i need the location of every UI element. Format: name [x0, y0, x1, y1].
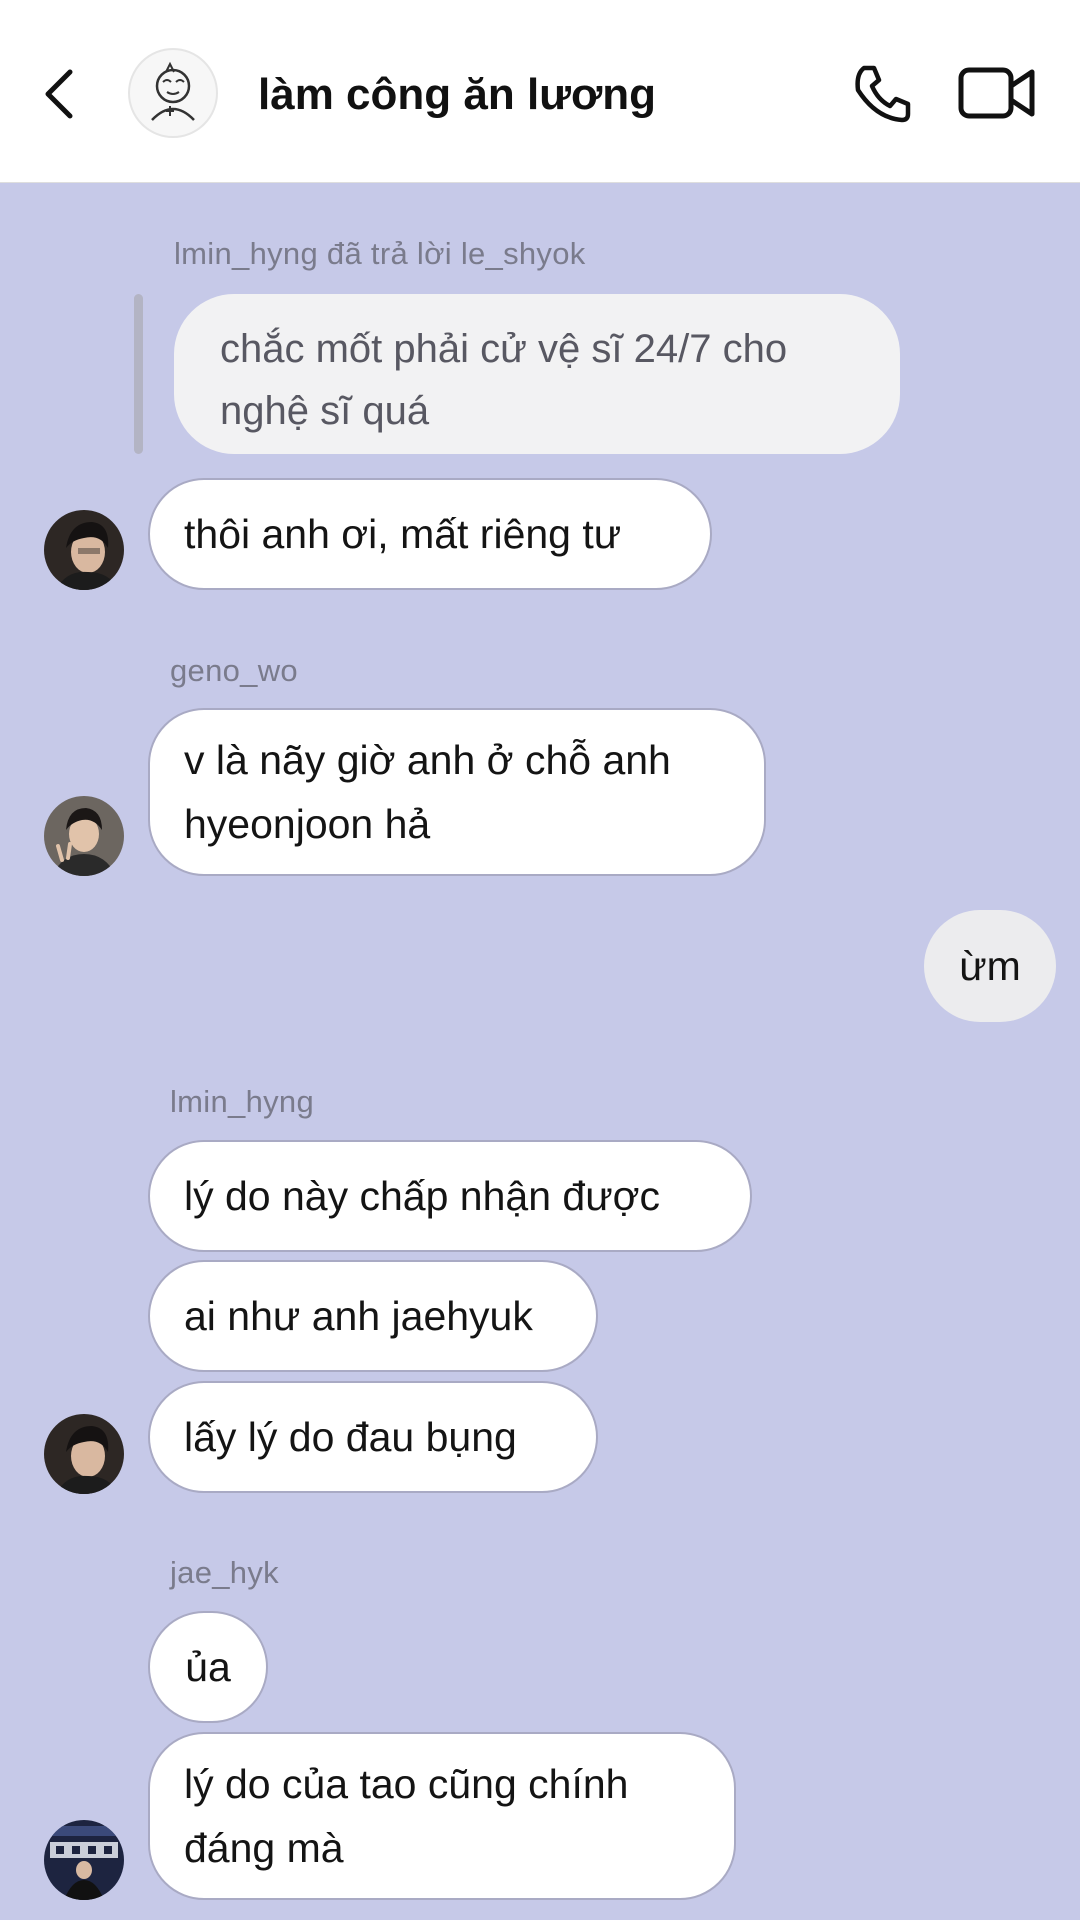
message-bubble[interactable]: ai như anh jaehyuk	[148, 1260, 598, 1372]
phone-icon	[855, 65, 911, 123]
message-bubble[interactable]: ủa	[148, 1611, 268, 1723]
chat-header: làm công ăn lương	[0, 0, 1080, 183]
message-bubble[interactable]: thôi anh ơi, mất riêng tư	[148, 478, 712, 590]
avatar[interactable]	[44, 1820, 124, 1900]
video-camera-icon	[958, 67, 1035, 119]
user-avatar-photo	[44, 1820, 124, 1900]
sender-name: geno_wo	[170, 653, 298, 688]
reply-indicator-bar	[134, 294, 143, 454]
avatar[interactable]	[44, 1414, 124, 1494]
voice-call-button[interactable]	[850, 62, 914, 126]
group-avatar[interactable]	[128, 48, 218, 138]
message-bubble[interactable]: lý do của tao cũng chính đáng mà	[148, 1732, 736, 1900]
sender-name: jae_hyk	[170, 1555, 279, 1590]
message-bubble[interactable]: v là nãy giờ anh ở chỗ anh hyeonjoon hả	[148, 708, 766, 876]
reply-context-label: lmin_hyng đã trả lời le_shyok	[174, 236, 586, 271]
message-bubble[interactable]: lấy lý do đau bụng	[148, 1381, 598, 1493]
own-message-bubble[interactable]: ừm	[924, 910, 1056, 1022]
quoted-message[interactable]: chắc mốt phải cử vệ sĩ 24/7 cho nghệ sĩ …	[174, 294, 900, 454]
message-bubble[interactable]: lý do này chấp nhận được	[148, 1140, 752, 1252]
chat-title[interactable]: làm công ăn lương	[258, 70, 656, 120]
group-avatar-icon	[151, 61, 195, 121]
video-call-button[interactable]	[958, 66, 1036, 120]
chevron-left-icon	[45, 69, 73, 119]
user-avatar-photo	[44, 510, 124, 590]
avatar[interactable]	[44, 796, 124, 876]
back-button[interactable]	[40, 66, 80, 122]
sender-name: lmin_hyng	[170, 1084, 315, 1119]
avatar[interactable]	[44, 510, 124, 590]
user-avatar-photo	[44, 796, 124, 876]
user-avatar-photo	[44, 1414, 124, 1494]
